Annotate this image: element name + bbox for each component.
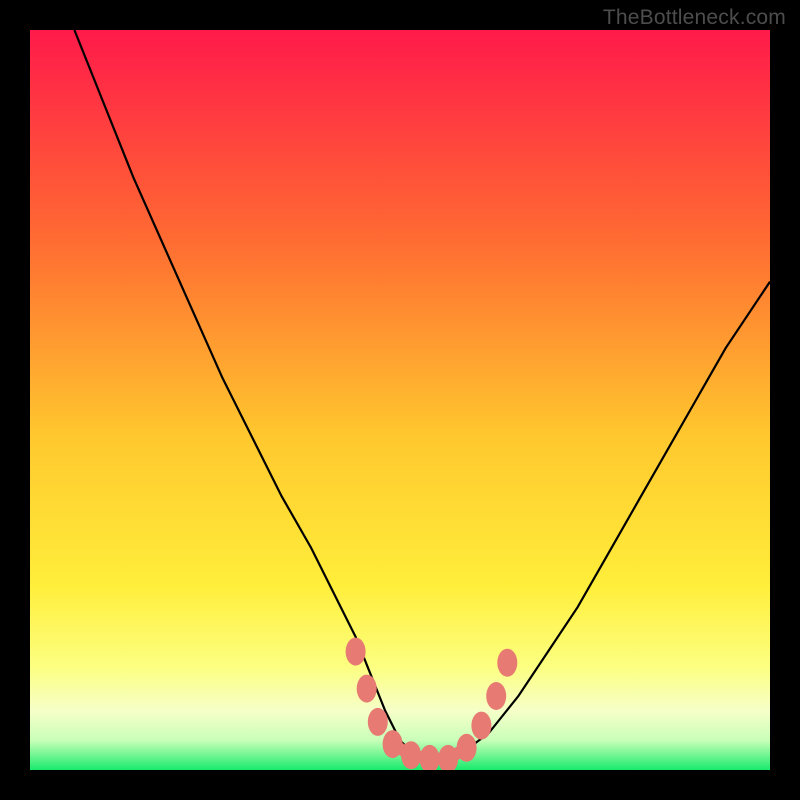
data-marker xyxy=(383,730,403,758)
plot-area xyxy=(30,30,770,770)
data-marker xyxy=(401,741,421,769)
data-marker xyxy=(357,675,377,703)
data-marker xyxy=(486,682,506,710)
data-marker xyxy=(471,712,491,740)
watermark-text: TheBottleneck.com xyxy=(603,6,786,30)
data-marker xyxy=(346,638,366,666)
chart-frame: TheBottleneck.com xyxy=(0,0,800,800)
data-marker xyxy=(497,649,517,677)
data-marker xyxy=(457,734,477,762)
data-marker xyxy=(368,708,388,736)
chart-svg xyxy=(30,30,770,770)
gradient-background xyxy=(30,30,770,770)
